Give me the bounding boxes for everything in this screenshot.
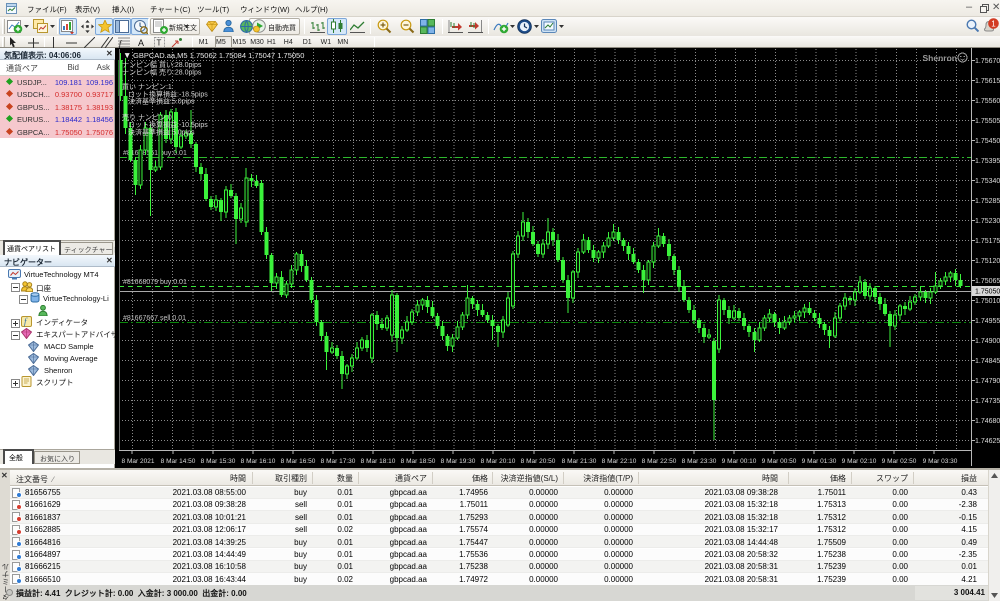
svg-text:9 Mar 00:10: 9 Mar 00:10 — [722, 458, 757, 465]
svg-text:決済基準損益:5.0pips: 決済基準損益:5.0pips — [128, 128, 195, 137]
svg-text:9 Mar 02:10: 9 Mar 02:10 — [842, 458, 877, 465]
svg-text:9 Mar 02:50: 9 Mar 02:50 — [882, 458, 917, 465]
svg-text:1.75010: 1.75010 — [975, 298, 1000, 305]
svg-text:8 Mar 20:50: 8 Mar 20:50 — [521, 458, 556, 465]
svg-text:1.74735: 1.74735 — [975, 398, 1000, 405]
svg-text:8 Mar 15:30: 8 Mar 15:30 — [201, 458, 236, 465]
svg-text:ロット換算損益:-18.5pips: ロット換算損益:-18.5pips — [128, 90, 208, 99]
svg-text:Shenron: Shenron — [923, 53, 957, 63]
svg-text:1.74680: 1.74680 — [975, 418, 1000, 425]
svg-text:1.75285: 1.75285 — [975, 198, 1000, 205]
svg-text:1.75230: 1.75230 — [975, 218, 1000, 225]
svg-text:1.74625: 1.74625 — [975, 438, 1000, 445]
svg-text:T: T — [157, 39, 162, 48]
svg-text:1.75065: 1.75065 — [975, 278, 1000, 285]
svg-text:1.74790: 1.74790 — [975, 378, 1000, 385]
svg-text:1.74845: 1.74845 — [975, 358, 1000, 365]
svg-text:8 Mar 16:10: 8 Mar 16:10 — [241, 458, 276, 465]
svg-text:9 Mar 03:30: 9 Mar 03:30 — [923, 458, 958, 465]
svg-text:#81668079 buy 0.01: #81668079 buy 0.01 — [123, 279, 187, 286]
svg-text:1.75670: 1.75670 — [975, 58, 1000, 65]
svg-text:8 Mar 19:30: 8 Mar 19:30 — [441, 458, 476, 465]
svg-text:8 Mar 22:10: 8 Mar 22:10 — [602, 458, 637, 465]
svg-text:8 Mar 20:10: 8 Mar 20:10 — [481, 458, 516, 465]
svg-text:8 Mar 2021: 8 Mar 2021 — [122, 458, 155, 465]
svg-text:8 Mar 14:50: 8 Mar 14:50 — [161, 458, 196, 465]
svg-text:9 Mar 01:30: 9 Mar 01:30 — [802, 458, 837, 465]
svg-text:8 Mar 23:30: 8 Mar 23:30 — [682, 458, 717, 465]
svg-text:1.75615: 1.75615 — [975, 78, 1000, 85]
svg-text:#81667667 sell 0.01: #81667667 sell 0.01 — [123, 315, 186, 322]
svg-text:8 Mar 17:30: 8 Mar 17:30 — [321, 458, 356, 465]
svg-text:1.75505: 1.75505 — [975, 118, 1000, 125]
svg-text:1.75395: 1.75395 — [975, 158, 1000, 165]
svg-text:8 Mar 16:50: 8 Mar 16:50 — [281, 458, 316, 465]
svg-text:1: 1 — [991, 20, 996, 29]
svg-text:▼: ▼ — [123, 50, 131, 60]
svg-text:ナンピン幅 買い:28.0pips: ナンピン幅 買い:28.0pips — [122, 60, 202, 69]
svg-text:8 Mar 18:10: 8 Mar 18:10 — [361, 458, 396, 465]
svg-text:1.75050: 1.75050 — [975, 289, 1000, 296]
svg-text:ロット換算損益:-10.5pips: ロット換算損益:-10.5pips — [128, 120, 208, 129]
svg-text:決済基準損益:5.0pips: 決済基準損益:5.0pips — [128, 97, 195, 106]
svg-text:買い ナンピン:1: 買い ナンピン:1 — [122, 83, 172, 91]
svg-text:GBPCAD.aa,M5 1.75062 1.75084: GBPCAD.aa,M5 1.75062 1.75084 1.75047 1.7… — [133, 51, 304, 60]
svg-text:9 Mar 00:50: 9 Mar 00:50 — [762, 458, 797, 465]
svg-text:1.75560: 1.75560 — [975, 98, 1000, 105]
svg-text:8 Mar 21:30: 8 Mar 21:30 — [562, 458, 597, 465]
svg-text:1.75120: 1.75120 — [975, 258, 1000, 265]
svg-text:8 Mar 22:50: 8 Mar 22:50 — [642, 458, 677, 465]
svg-text:売り ナンピン:0: 売り ナンピン:0 — [122, 113, 172, 122]
svg-text:ナンピン幅 売り:28.0pips: ナンピン幅 売り:28.0pips — [122, 68, 202, 77]
svg-text:1.75340: 1.75340 — [975, 178, 1000, 185]
svg-text:1.75175: 1.75175 — [975, 238, 1000, 245]
svg-text:1.75450: 1.75450 — [975, 138, 1000, 145]
svg-text:1.74900: 1.74900 — [975, 338, 1000, 345]
svg-text:1.74955: 1.74955 — [975, 318, 1000, 325]
svg-text:8 Mar 18:50: 8 Mar 18:50 — [401, 458, 436, 465]
